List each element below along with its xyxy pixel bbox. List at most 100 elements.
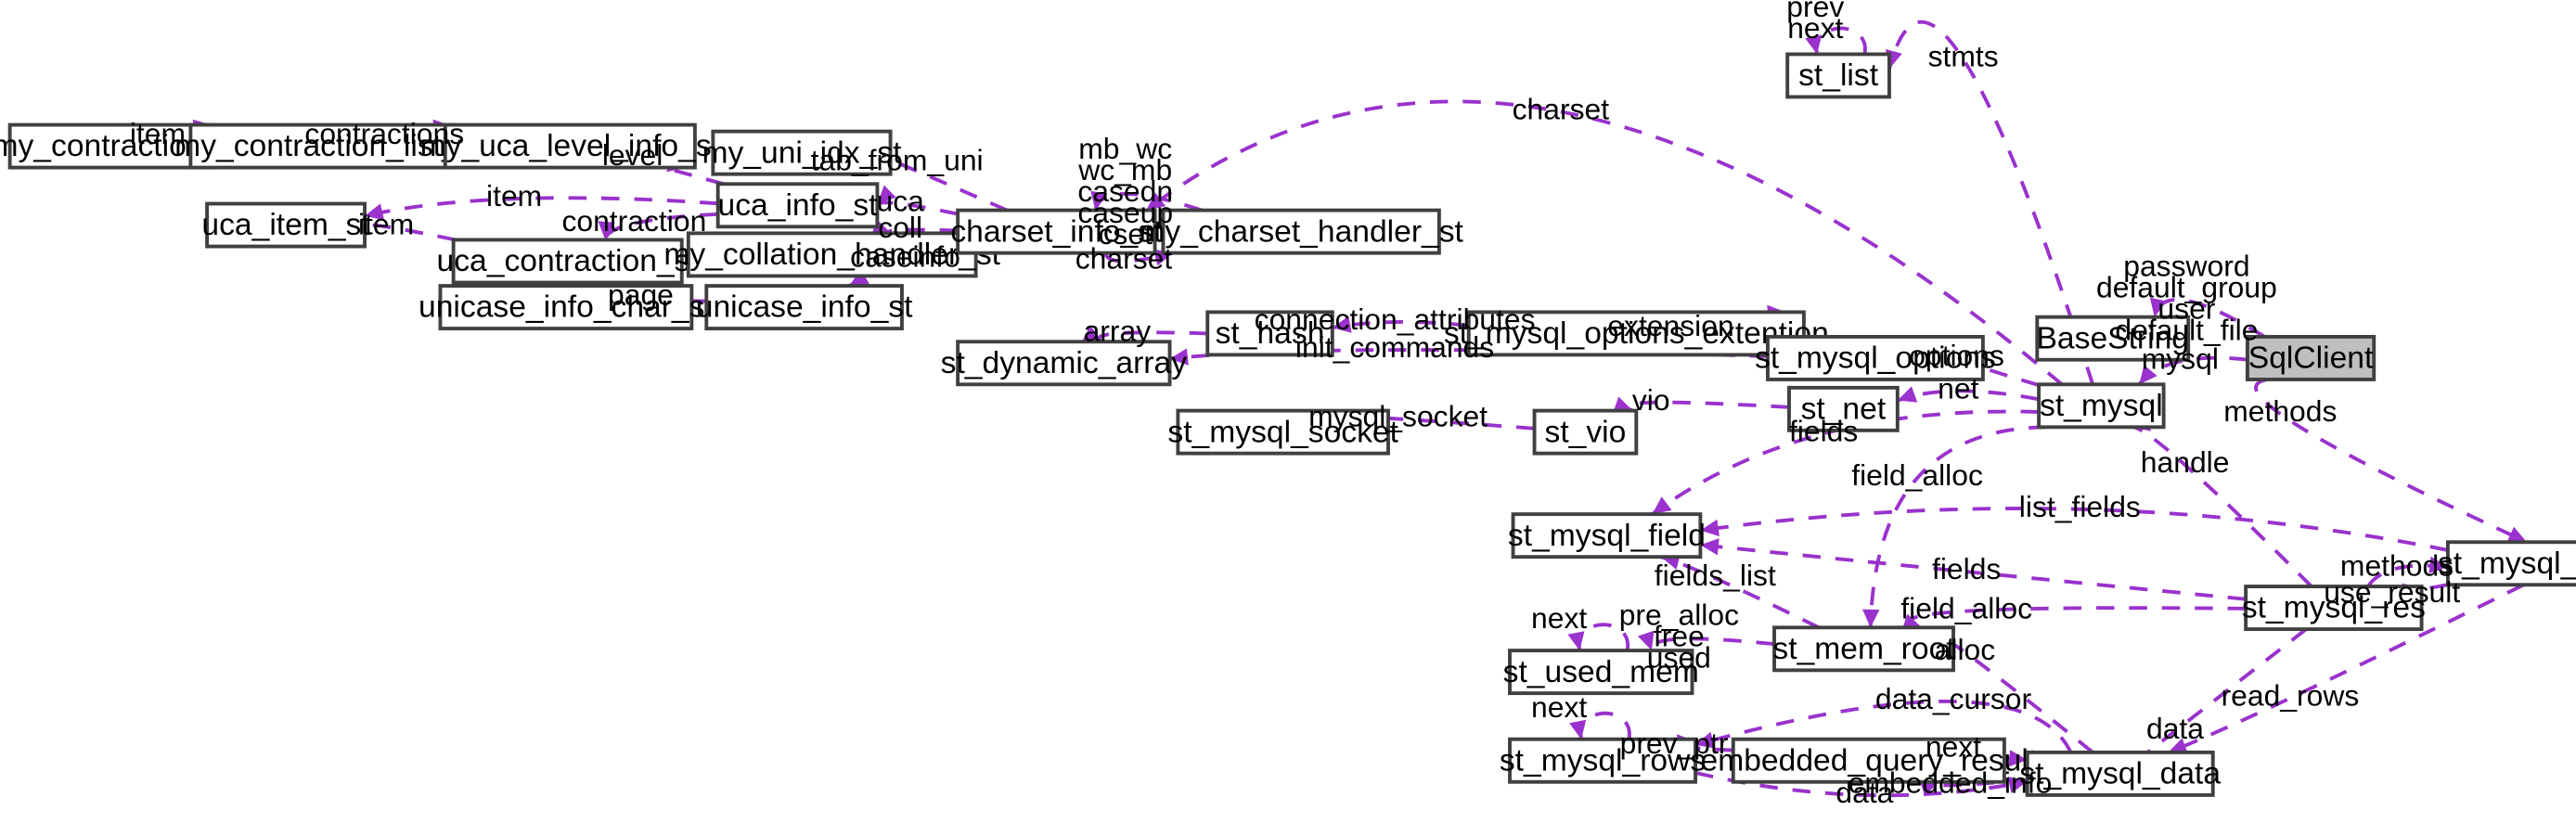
node-st_mysql_methods[interactable]: st_mysql_methods bbox=[2438, 540, 2576, 587]
node-box-my_contraction_t[interactable] bbox=[7, 122, 214, 170]
collaboration-diagram: my_contraction_t my_contraction_list_t my_… bbox=[0, 0, 2576, 823]
edge-line bbox=[1868, 425, 2047, 628]
node-my_collation_handler_st[interactable]: my_collation_handler_st bbox=[663, 231, 1001, 278]
edge-arrowhead bbox=[1897, 386, 1918, 403]
edge-arrowhead bbox=[2149, 297, 2167, 317]
node-box-unicase_info_st[interactable] bbox=[704, 284, 904, 331]
node-box-uca_info_st[interactable] bbox=[715, 182, 880, 229]
node-box-st_mem_root[interactable] bbox=[1772, 625, 1955, 673]
node-my_uca_level_info_st[interactable]: my_uca_level_info_st bbox=[420, 122, 721, 170]
edge-st_mysql_res-to-st_mysql_field bbox=[1700, 538, 2247, 601]
edge-my_charset_handler_st-to-charset_info_st bbox=[1090, 190, 1203, 212]
edge-st_vio-to-st_mysql_socket bbox=[1369, 409, 1535, 431]
node-box-st_dynamic_array[interactable] bbox=[956, 340, 1172, 387]
node-box-my_collation_handler_st[interactable] bbox=[686, 231, 978, 278]
edge-label-st_used_mem-st_used_mem: next bbox=[1531, 602, 1587, 636]
node-box-charset_info_st[interactable] bbox=[956, 208, 1157, 255]
node-box-st_mysql_field[interactable] bbox=[1511, 512, 1703, 559]
edge-line bbox=[363, 223, 456, 242]
edge-arrowhead bbox=[1567, 631, 1585, 651]
node-box-st_list[interactable] bbox=[1785, 52, 1891, 99]
node-box-st_mysql_data[interactable] bbox=[2025, 750, 2215, 797]
edge-st_used_mem-to-st_used_mem bbox=[1567, 623, 1629, 651]
node-box-BaseString[interactable] bbox=[2035, 315, 2191, 362]
node-box-SqlClient[interactable] bbox=[2245, 334, 2376, 381]
node-box-my_charset_handler_st[interactable] bbox=[1161, 208, 1441, 255]
edge-st_mysql_res-to-st_mysql_methods bbox=[2366, 556, 2449, 588]
node-my_uni_idx_st[interactable]: my_uni_idx_st bbox=[702, 129, 902, 176]
edge-label-uca_info_st-uca_contraction_st: contraction bbox=[561, 204, 706, 238]
node-box-st_net[interactable] bbox=[1787, 385, 1900, 432]
node-uca_info_st[interactable]: uca_info_st bbox=[715, 182, 880, 229]
node-st_mysql_options[interactable]: st_mysql_options bbox=[1755, 334, 1996, 381]
edge-arrowhead bbox=[1082, 325, 1102, 342]
node-st_mysql_res[interactable]: st_mysql_res bbox=[2242, 585, 2426, 632]
node-box-my_contraction_list_t[interactable] bbox=[188, 122, 454, 170]
node-st_list[interactable]: st_list bbox=[1785, 52, 1891, 99]
edge-arrowhead bbox=[1700, 538, 1719, 556]
node-box-uca_contraction_st[interactable] bbox=[451, 238, 684, 285]
node-my_charset_handler_st[interactable]: my_charset_handler_st bbox=[1139, 208, 1464, 255]
edge-st_mysql_options_extention-to-st_hash bbox=[1332, 315, 1469, 333]
node-box-my_uca_level_info_st[interactable] bbox=[443, 122, 697, 170]
edge-arrowhead bbox=[1569, 719, 1587, 739]
node-box-st_used_mem[interactable] bbox=[1508, 649, 1694, 696]
node-box-unicase_info_char_st[interactable] bbox=[438, 284, 694, 331]
node-SqlClient[interactable]: SqlClient bbox=[2245, 334, 2376, 381]
edge-line bbox=[876, 200, 959, 216]
node-box-st_mysql_socket[interactable] bbox=[1176, 408, 1390, 456]
edge-arrowhead bbox=[1862, 609, 1880, 628]
edge-line bbox=[364, 196, 718, 218]
edge-label-uca_info_st-uca_item_st: item bbox=[486, 180, 542, 213]
node-my_contraction_list_t[interactable]: my_contraction_list_t bbox=[174, 122, 469, 170]
edge-st_mysql_res-to-st_mysql_data bbox=[2128, 627, 2308, 771]
edge-arrowhead bbox=[1652, 496, 1672, 515]
node-embedded_query_result[interactable]: embedded_query_result bbox=[1701, 737, 2038, 784]
edge-line bbox=[1660, 555, 1820, 630]
edge-line bbox=[2131, 425, 2313, 588]
node-charset_info_st[interactable]: charset_info_st bbox=[950, 208, 1163, 255]
node-uca_contraction_st[interactable]: uca_contraction_st bbox=[437, 238, 700, 285]
node-st_mysql[interactable]: st_mysql bbox=[2037, 382, 2166, 430]
node-st_mysql_data[interactable]: st_mysql_data bbox=[2019, 750, 2221, 797]
edge-arrowhead bbox=[1146, 192, 1166, 211]
node-st_used_mem[interactable]: st_used_mem bbox=[1503, 649, 1699, 696]
edge-st_mysql-to-st_net bbox=[1897, 386, 2040, 403]
node-st_mysql_rows[interactable]: st_mysql_rows bbox=[1500, 737, 1706, 784]
node-unicase_info_st[interactable]: unicase_info_st bbox=[696, 284, 913, 331]
edge-line bbox=[1577, 623, 1629, 651]
edge-arrowhead bbox=[1332, 315, 1352, 333]
node-st_vio[interactable]: st_vio bbox=[1532, 408, 1639, 456]
node-uca_item_st[interactable]: uca_item_st bbox=[201, 201, 370, 249]
node-box-st_vio[interactable] bbox=[1532, 408, 1639, 456]
edge-arrowhead bbox=[2008, 750, 2028, 767]
node-box-uca_item_st[interactable] bbox=[205, 201, 367, 249]
node-box-embedded_query_result[interactable] bbox=[1731, 737, 2006, 784]
node-box-st_mysql_methods[interactable] bbox=[2445, 540, 2576, 587]
node-box-st_mysql_rows[interactable] bbox=[1508, 737, 1698, 784]
node-st_mysql_socket[interactable]: st_mysql_socket bbox=[1167, 408, 1399, 456]
node-box-st_mysql[interactable] bbox=[2037, 382, 2166, 430]
edge-st_mysql-to-st_mem_root bbox=[1862, 425, 2047, 628]
node-BaseString[interactable]: BaseString bbox=[2035, 315, 2191, 362]
node-box-st_mysql_options[interactable] bbox=[1766, 334, 1985, 381]
node-st_dynamic_array[interactable]: st_dynamic_array bbox=[941, 340, 1188, 387]
edge-st_mem_root-to-st_mysql_field bbox=[1660, 552, 1820, 630]
node-st_mysql_field[interactable]: st_mysql_field bbox=[1508, 512, 1706, 559]
node-box-st_mysql_res[interactable] bbox=[2244, 585, 2424, 632]
edge-arrowhead bbox=[365, 203, 385, 221]
edge-line bbox=[1375, 416, 1535, 431]
node-st_hash[interactable]: st_hash bbox=[1205, 310, 1334, 357]
edge-line bbox=[1909, 606, 2247, 630]
node-unicase_info_char_st[interactable]: unicase_info_char_st bbox=[419, 284, 714, 331]
nodes-layer: my_contraction_tmy_contraction_list_tmy_… bbox=[0, 52, 2576, 797]
edge-line bbox=[1700, 507, 2449, 552]
node-box-my_uni_idx_st[interactable] bbox=[711, 129, 893, 176]
node-st_net[interactable]: st_net bbox=[1787, 385, 1900, 432]
edge-arrowhead bbox=[1805, 34, 1823, 55]
node-st_mem_root[interactable]: st_mem_root bbox=[1772, 625, 1955, 673]
node-box-st_mysql_options_extention[interactable] bbox=[1466, 310, 1806, 357]
edge-st_list-to-st_list bbox=[1805, 26, 1867, 55]
edge-label-st_mysql-st_list: stmts bbox=[1928, 40, 1999, 73]
node-box-st_hash[interactable] bbox=[1205, 310, 1334, 357]
